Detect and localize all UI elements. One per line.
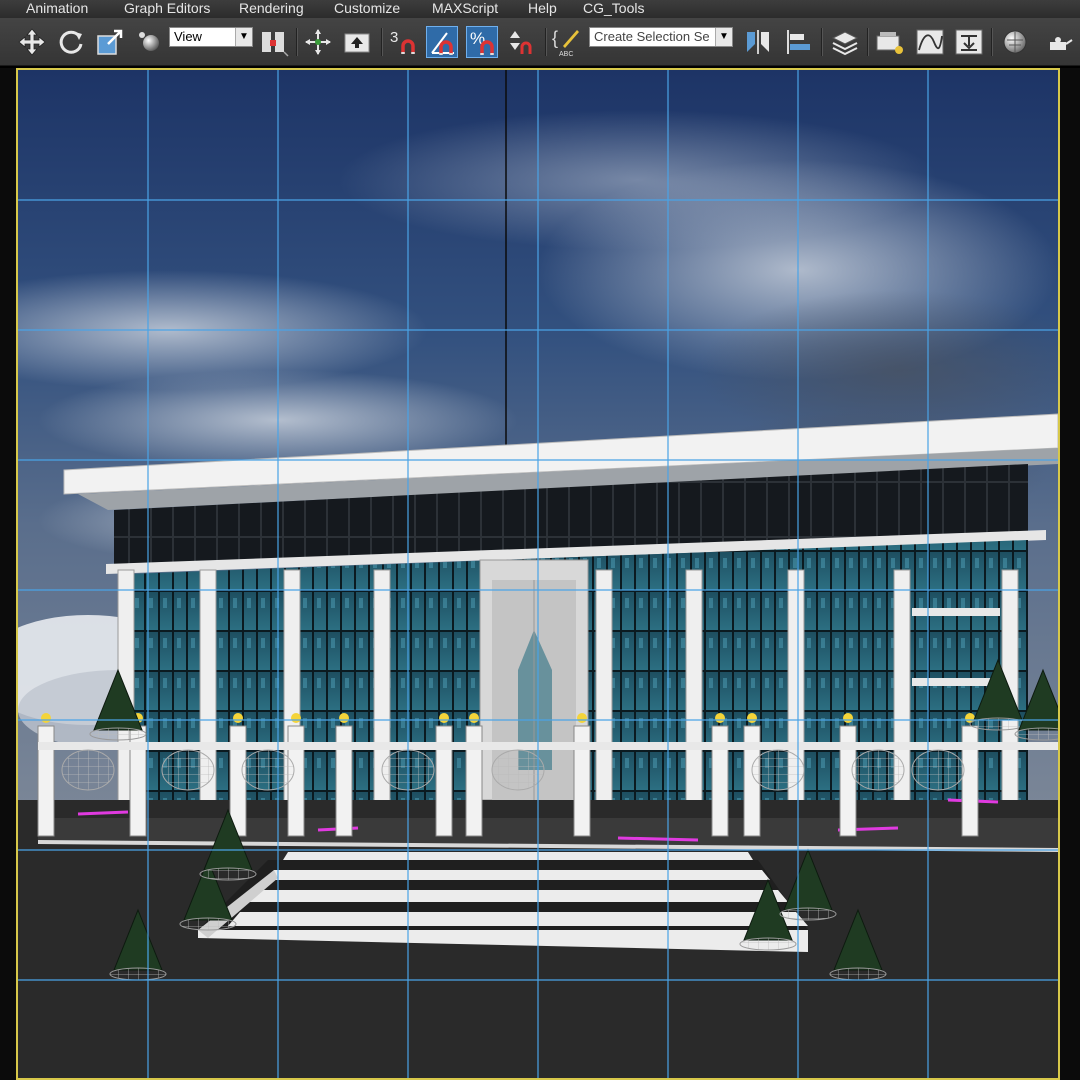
keyboard-shortcut-override-button[interactable] xyxy=(341,26,373,58)
curve-editor-icon xyxy=(916,29,944,55)
align-button[interactable] xyxy=(782,26,814,58)
menu-rendering[interactable]: Rendering xyxy=(239,0,304,18)
spinner-snap-icon xyxy=(510,31,532,54)
angle-snap-icon xyxy=(431,32,454,55)
wire-sphere xyxy=(61,749,115,791)
curve-editor-button[interactable] xyxy=(914,26,946,58)
svg-text:{: { xyxy=(552,28,558,48)
column xyxy=(595,569,613,811)
snap-toggle-button[interactable]: 3 xyxy=(387,26,419,58)
right-panel-edge xyxy=(1060,68,1080,1080)
angle-snap-button[interactable] xyxy=(426,26,458,58)
manipulate-icon xyxy=(305,29,331,55)
toolbar-separator xyxy=(867,28,869,56)
menu-maxscript[interactable]: MAXScript xyxy=(432,0,498,18)
lamp-light xyxy=(439,713,449,723)
select-move-button[interactable] xyxy=(16,26,48,58)
schematic-view-button[interactable] xyxy=(953,26,985,58)
pivot-center-icon xyxy=(262,32,289,57)
rotate-icon xyxy=(59,30,83,54)
align-icon xyxy=(787,30,810,54)
percent-snap-button[interactable]: % xyxy=(466,26,498,58)
toolbar-separator xyxy=(991,28,993,56)
lamp-light xyxy=(233,713,243,723)
lamp-light xyxy=(469,713,479,723)
mirror-icon xyxy=(747,30,769,54)
select-scale-button[interactable] xyxy=(94,26,126,58)
wire-sphere xyxy=(911,749,965,791)
toolbar-separator xyxy=(296,28,298,56)
viewport-scene xyxy=(18,70,1058,1078)
edit-named-selection-button[interactable]: { ABC xyxy=(551,26,583,58)
lamp-light xyxy=(291,713,301,723)
toolbar-separator xyxy=(821,28,823,56)
left-panel-edge xyxy=(0,68,16,1080)
lamp-light xyxy=(747,713,757,723)
edit-named-selection-icon: { ABC xyxy=(552,28,579,58)
material-editor-icon xyxy=(1003,30,1027,54)
wire-sphere xyxy=(751,749,805,791)
named-selection-set-dropdown[interactable]: Create Selection Se ▼ xyxy=(589,27,733,47)
scene-explorer-icon xyxy=(876,32,903,54)
lamp-light xyxy=(843,713,853,723)
menu-animation[interactable]: Animation xyxy=(26,0,88,18)
reference-coordinate-dropdown[interactable]: View ▼ xyxy=(169,27,253,47)
column xyxy=(685,569,703,811)
sphere-icon xyxy=(139,32,159,51)
wire-sphere xyxy=(241,749,295,791)
schematic-view-icon xyxy=(955,29,983,55)
menu-cg-tools[interactable]: CG_Tools xyxy=(583,0,644,18)
mirror-button[interactable] xyxy=(742,26,774,58)
layer-manager-button[interactable] xyxy=(829,26,861,58)
layers-icon xyxy=(831,31,859,56)
wire-sphere xyxy=(161,749,215,791)
menu-help[interactable]: Help xyxy=(528,0,557,18)
toolbar-separator xyxy=(381,28,383,56)
main-toolbar: View ▼ 3 % {ABC Create Selection Se ▼ xyxy=(0,18,1080,66)
chevron-down-icon: ▼ xyxy=(715,28,732,46)
select-rotate-button[interactable] xyxy=(55,26,87,58)
menu-bar: Animation Graph Editors Rendering Custom… xyxy=(0,0,1080,18)
lamp-light xyxy=(41,713,51,723)
menu-graph-editors[interactable]: Graph Editors xyxy=(124,0,210,18)
pivot-center-button[interactable] xyxy=(258,26,290,58)
percent-snap-icon: % xyxy=(470,29,494,55)
move-arrows-icon xyxy=(18,28,46,56)
chevron-down-icon: ▼ xyxy=(235,28,252,46)
render-teapot-icon xyxy=(1050,37,1073,50)
material-editor-button[interactable] xyxy=(999,26,1031,58)
lamp-light xyxy=(715,713,725,723)
perspective-viewport[interactable] xyxy=(16,68,1060,1080)
toolbar-separator xyxy=(545,28,547,56)
scale-icon xyxy=(97,29,123,55)
wire-sphere xyxy=(851,749,905,791)
render-setup-button[interactable] xyxy=(1044,26,1076,58)
reference-coordinate-value: View xyxy=(174,29,202,44)
lamp-light xyxy=(577,713,587,723)
snap-magnet-icon: 3 xyxy=(390,29,415,54)
spinner-snap-button[interactable] xyxy=(505,26,537,58)
scene-explorer-button[interactable] xyxy=(874,26,906,58)
wire-sphere xyxy=(491,749,545,791)
snap-dimension-digit: 3 xyxy=(390,29,398,46)
edit-named-selection-caption: ABC xyxy=(559,51,573,58)
named-selection-set-placeholder: Create Selection Se xyxy=(594,29,710,44)
select-place-button[interactable] xyxy=(134,26,166,58)
select-manipulate-button[interactable] xyxy=(302,26,334,58)
keyboard-override-icon xyxy=(344,33,370,53)
lamp-light xyxy=(339,713,349,723)
menu-customize[interactable]: Customize xyxy=(334,0,400,18)
